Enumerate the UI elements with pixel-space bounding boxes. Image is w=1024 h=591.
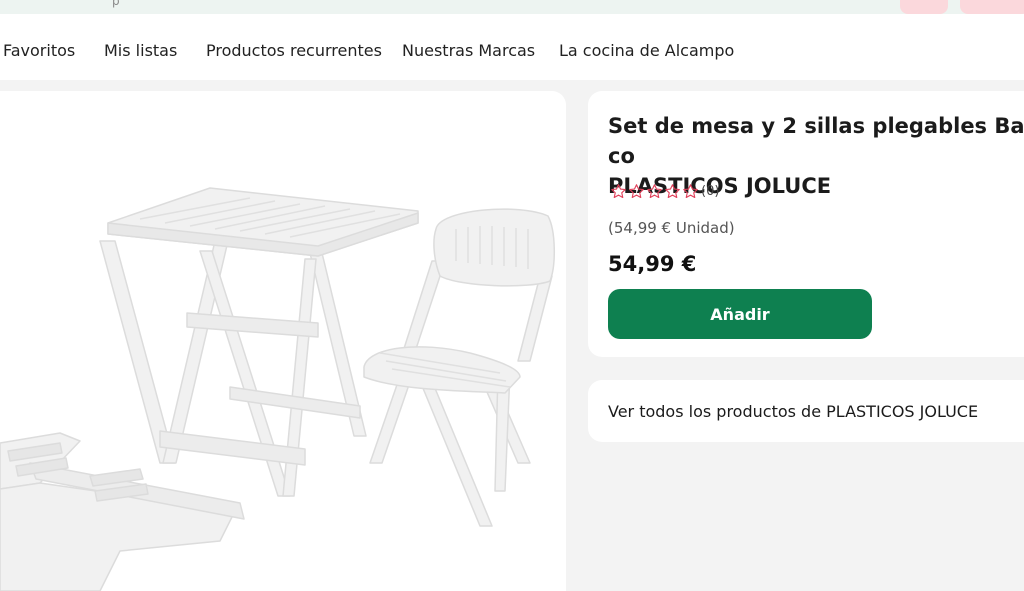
header-action-button[interactable]	[900, 0, 948, 14]
star-empty-icon	[629, 184, 644, 199]
nav-item-productos-recurrentes[interactable]: Productos recurrentes	[206, 41, 382, 60]
nav-item-favoritos[interactable]: Favoritos	[3, 41, 75, 60]
nav-item-la-cocina-de-alcampo[interactable]: La cocina de Alcampo	[559, 41, 734, 60]
search-bar-text: p	[112, 0, 120, 8]
brand-products-card: Ver todos los productos de PLASTICOS JOL…	[588, 380, 1024, 442]
unit-price: (54,99 € Unidad)	[608, 219, 735, 237]
star-empty-icon	[665, 184, 680, 199]
product-info-card: Set de mesa y 2 sillas plegables Bali, c…	[588, 91, 1024, 357]
main-navigation: Favoritos Mis listas Productos recurrent…	[0, 14, 1024, 80]
brand-products-link[interactable]: Ver todos los productos de PLASTICOS JOL…	[608, 402, 978, 421]
star-empty-icon	[611, 184, 626, 199]
star-empty-icon	[683, 184, 698, 199]
product-rating[interactable]: (0)	[610, 183, 719, 200]
nav-item-mis-listas[interactable]: Mis listas	[104, 41, 177, 60]
product-image-card	[0, 91, 566, 591]
nav-item-nuestras-marcas[interactable]: Nuestras Marcas	[402, 41, 535, 60]
rating-count: (0)	[701, 184, 720, 199]
add-to-cart-label: Añadir	[710, 304, 770, 324]
add-to-cart-button[interactable]: Añadir	[608, 289, 872, 339]
table-chairs-product-image[interactable]	[0, 91, 566, 591]
star-empty-icon	[647, 184, 662, 199]
product-price: 54,99 €	[608, 252, 697, 276]
top-header-strip: p	[0, 0, 1024, 14]
header-cart-button[interactable]	[960, 0, 1024, 14]
